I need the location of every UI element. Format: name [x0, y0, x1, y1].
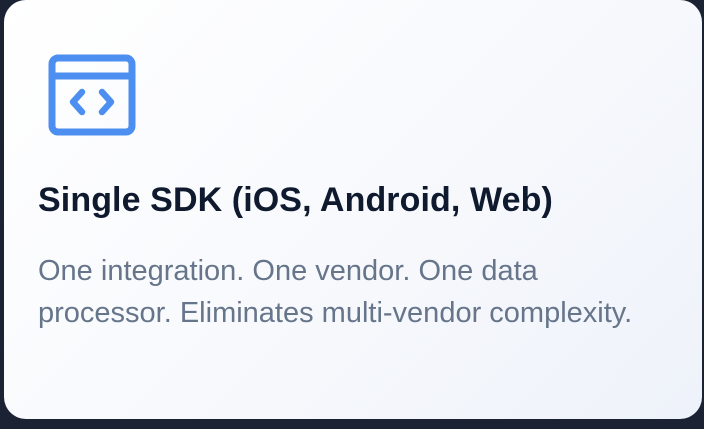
feature-card: Single SDK (iOS, Android, Web) One integ… — [4, 0, 702, 419]
feature-description: One integration. One vendor. One data pr… — [38, 255, 633, 329]
feature-title: Single SDK (iOS, Android, Web) — [38, 181, 553, 219]
code-window-icon — [48, 54, 136, 136]
